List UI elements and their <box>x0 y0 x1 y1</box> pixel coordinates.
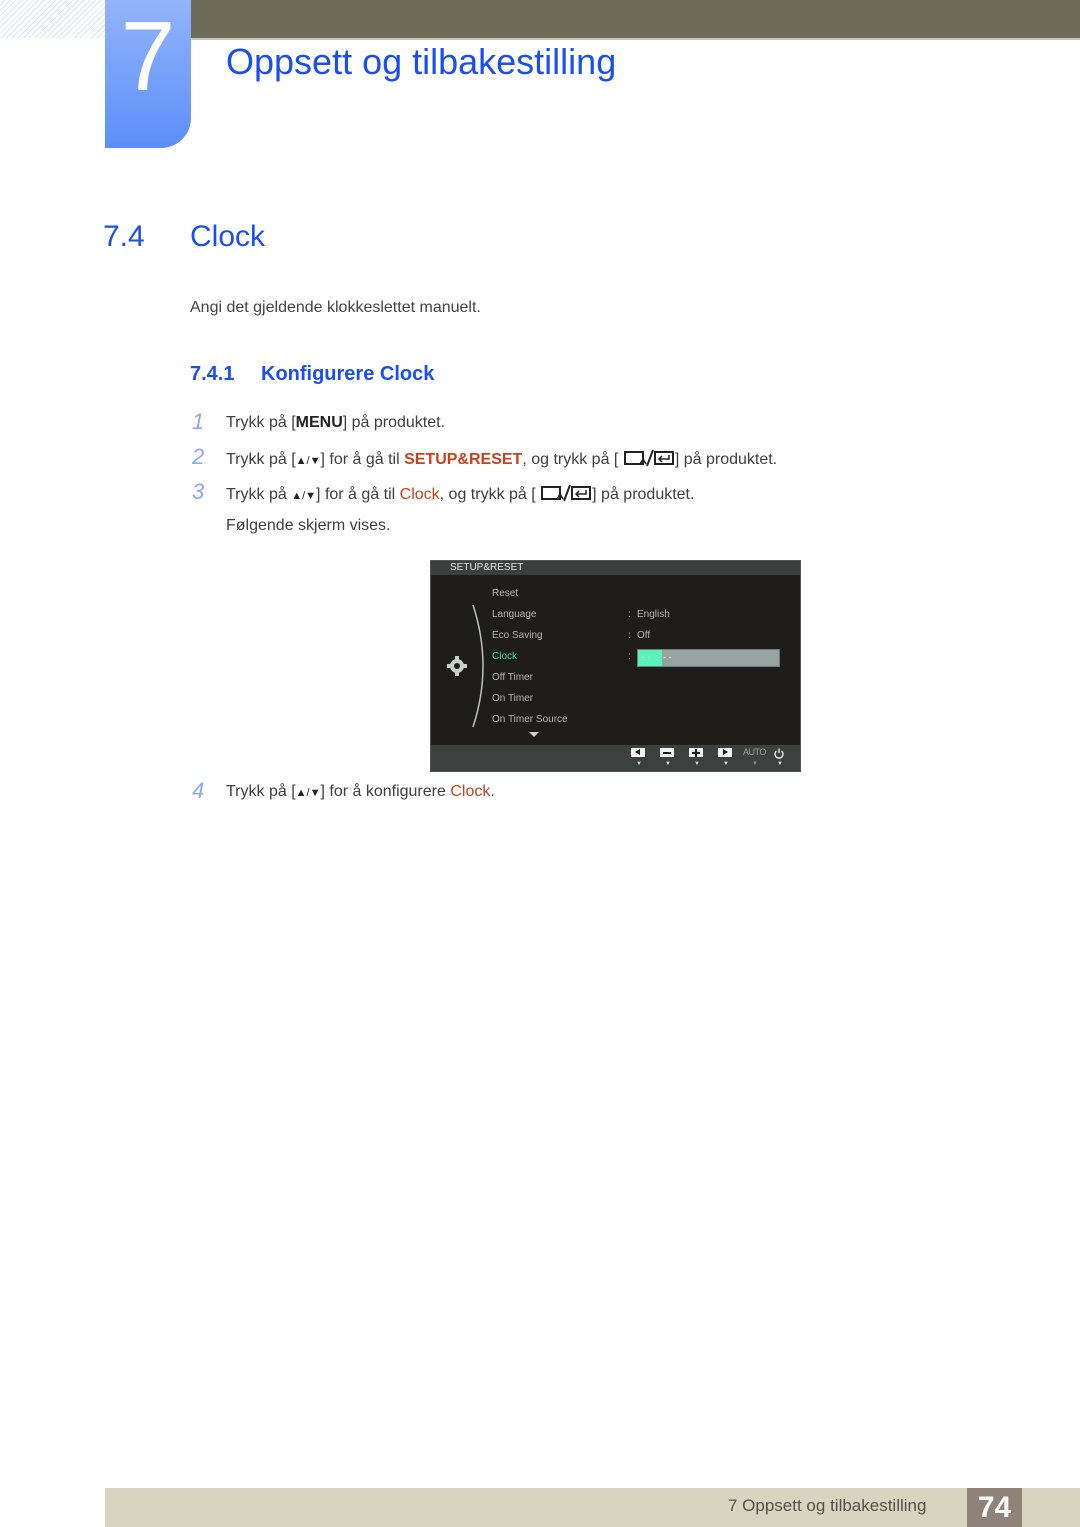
page-number: 74 <box>967 1488 1022 1527</box>
step-text-part: ] for å gå til <box>320 451 405 468</box>
step-text-part: ] på produktet. <box>674 451 778 468</box>
osd-value-language: English <box>637 609 670 620</box>
osd-screen: SETUP&RESET Reset Language : English Eco… <box>430 560 801 772</box>
step-text-part: Trykk på [ <box>226 451 296 468</box>
step-text-part: ] for å konfigurere <box>320 783 451 800</box>
osd-item-language[interactable]: Language <box>492 609 537 620</box>
step-text: Trykk på ▲/▼] for å gå til Clock, og try… <box>226 484 694 507</box>
step-text: Trykk på [▲/▼] for å gå til SETUP&RESET,… <box>226 449 777 472</box>
osd-item-eco-saving[interactable]: Eco Saving <box>492 630 543 641</box>
osd-auto-button[interactable]: AUTO <box>743 747 766 757</box>
osd-item-on-timer-source[interactable]: On Timer Source <box>492 714 568 725</box>
step-number: 1 <box>192 409 205 434</box>
up-down-arrow-icon: ▲/▼ <box>295 787 321 799</box>
keyword-clock: Clock <box>399 486 440 503</box>
step-text-part: Trykk på [ <box>226 414 296 431</box>
step-text-part: ] på produktet. <box>342 414 446 431</box>
section-intro: Angi det gjeldende klokkeslettet manuelt… <box>190 299 481 316</box>
osd-plus-button[interactable] <box>689 748 703 757</box>
gear-icon <box>447 656 467 681</box>
osd-left-button[interactable] <box>631 748 645 757</box>
osd-button-bar: AUTO ▼ ▼ ▼ ▼ ▼ ▼ <box>431 745 800 771</box>
step-text: Trykk på [MENU] på produktet. <box>226 414 445 432</box>
step-followup-text: Følgende skjerm vises. <box>226 517 391 534</box>
keyword-setup-reset: SETUP&RESET <box>404 451 523 468</box>
step-text-part: , og trykk på [ <box>522 451 619 468</box>
step-number: 4 <box>192 778 205 803</box>
step-text-part: ] på produktet. <box>592 486 695 503</box>
section-number: 7.4 <box>103 220 145 253</box>
step-text-part: ] for å gå til <box>316 486 400 503</box>
osd-button-pointer-icon: ▼ <box>636 761 642 767</box>
osd-button-pointer-icon: ▼ <box>752 761 758 767</box>
osd-colon: : <box>628 651 631 662</box>
osd-button-pointer-icon: ▼ <box>777 761 783 767</box>
osd-clock-placeholder: - - : - - <box>642 652 672 662</box>
osd-minus-button[interactable] <box>660 748 674 757</box>
osd-item-reset[interactable]: Reset <box>492 588 518 599</box>
footer-bar <box>105 1488 1080 1527</box>
header-hatch-decoration <box>0 0 110 38</box>
step-text-part: Trykk på [ <box>226 783 296 800</box>
source-enter-icon <box>623 449 675 472</box>
osd-button-pointer-icon: ▼ <box>694 761 700 767</box>
osd-scroll-down-icon <box>529 732 539 737</box>
up-down-arrow-icon: ▲/▼ <box>295 455 321 467</box>
step-number: 3 <box>192 479 205 504</box>
step-number: 2 <box>192 444 205 469</box>
osd-colon: : <box>628 630 631 641</box>
keyword-clock: Clock <box>450 783 491 800</box>
chapter-title: Oppsett og tilbakestilling <box>226 41 617 82</box>
subsection-title: Konfigurere Clock <box>261 363 435 385</box>
subsection-number: 7.4.1 <box>190 363 235 385</box>
footer-chapter-label: 7 Oppsett og tilbakestilling <box>728 1496 927 1515</box>
osd-item-off-timer[interactable]: Off Timer <box>492 672 533 683</box>
step-text-part: . <box>490 783 495 800</box>
menu-key: MENU <box>295 414 343 431</box>
osd-header: SETUP&RESET <box>431 561 800 575</box>
osd-button-pointer-icon: ▼ <box>665 761 671 767</box>
osd-right-button[interactable] <box>718 748 732 757</box>
header-bar <box>190 0 1080 40</box>
osd-value-eco-saving: Off <box>637 630 651 641</box>
osd-item-clock[interactable]: Clock <box>492 651 517 662</box>
up-down-arrow-icon: ▲/▼ <box>291 490 317 502</box>
osd-item-on-timer[interactable]: On Timer <box>492 693 533 704</box>
source-enter-icon <box>540 484 592 507</box>
step-text: Trykk på [▲/▼] for å konfigurere Clock. <box>226 783 495 801</box>
section-title: Clock <box>190 220 266 253</box>
osd-clock-field[interactable]: - - : - - <box>637 649 780 667</box>
step-text-part: Trykk på <box>226 486 292 503</box>
step-text-part: , og trykk på [ <box>439 486 536 503</box>
chapter-number: 7 <box>120 1 176 111</box>
osd-title: SETUP&RESET <box>450 562 524 573</box>
osd-colon: : <box>628 609 631 620</box>
osd-button-pointer-icon: ▼ <box>723 761 729 767</box>
